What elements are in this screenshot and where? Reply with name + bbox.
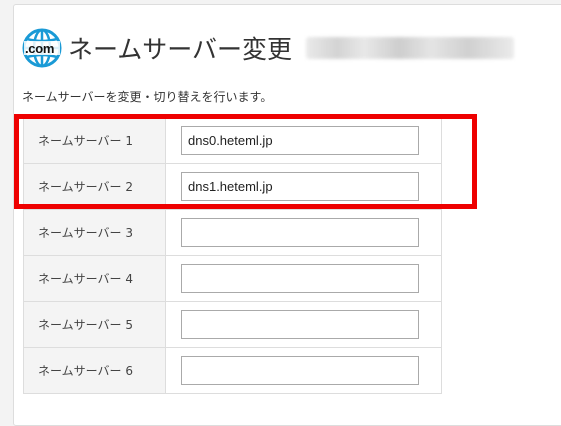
- nameserver-table: ネームサーバー 1 ネームサーバー 2 ネームサーバー 3 ネームサーバー 4 …: [23, 117, 442, 394]
- nameserver-label: ネームサーバー 4: [23, 255, 166, 302]
- nameserver-label: ネームサーバー 3: [23, 209, 166, 256]
- nameserver-label: ネームサーバー 1: [23, 117, 166, 164]
- nameserver-6-input[interactable]: [181, 356, 419, 385]
- table-row: ネームサーバー 3: [23, 209, 442, 256]
- page-description: ネームサーバーを変更・切り替えを行います。: [22, 90, 273, 104]
- nameserver-2-input[interactable]: [181, 172, 419, 201]
- table-row: ネームサーバー 1: [23, 117, 442, 164]
- nameserver-4-input[interactable]: [181, 264, 419, 293]
- table-row: ネームサーバー 6: [23, 347, 442, 394]
- nameserver-1-input[interactable]: [181, 126, 419, 155]
- logo-text: .com: [25, 41, 55, 56]
- nameserver-5-input[interactable]: [181, 310, 419, 339]
- nameserver-label: ネームサーバー 5: [23, 301, 166, 348]
- table-row: ネームサーバー 4: [23, 255, 442, 302]
- table-row: ネームサーバー 5: [23, 301, 442, 348]
- redacted-domain: [306, 37, 515, 59]
- globe-icon: .com: [22, 28, 62, 68]
- table-row: ネームサーバー 2: [23, 163, 442, 210]
- page-title: ネームサーバー変更: [68, 35, 293, 64]
- nameserver-label: ネームサーバー 6: [23, 347, 166, 394]
- nameserver-3-input[interactable]: [181, 218, 419, 247]
- page-header: .com ネームサーバー変更: [22, 28, 515, 68]
- nameserver-label: ネームサーバー 2: [23, 163, 166, 210]
